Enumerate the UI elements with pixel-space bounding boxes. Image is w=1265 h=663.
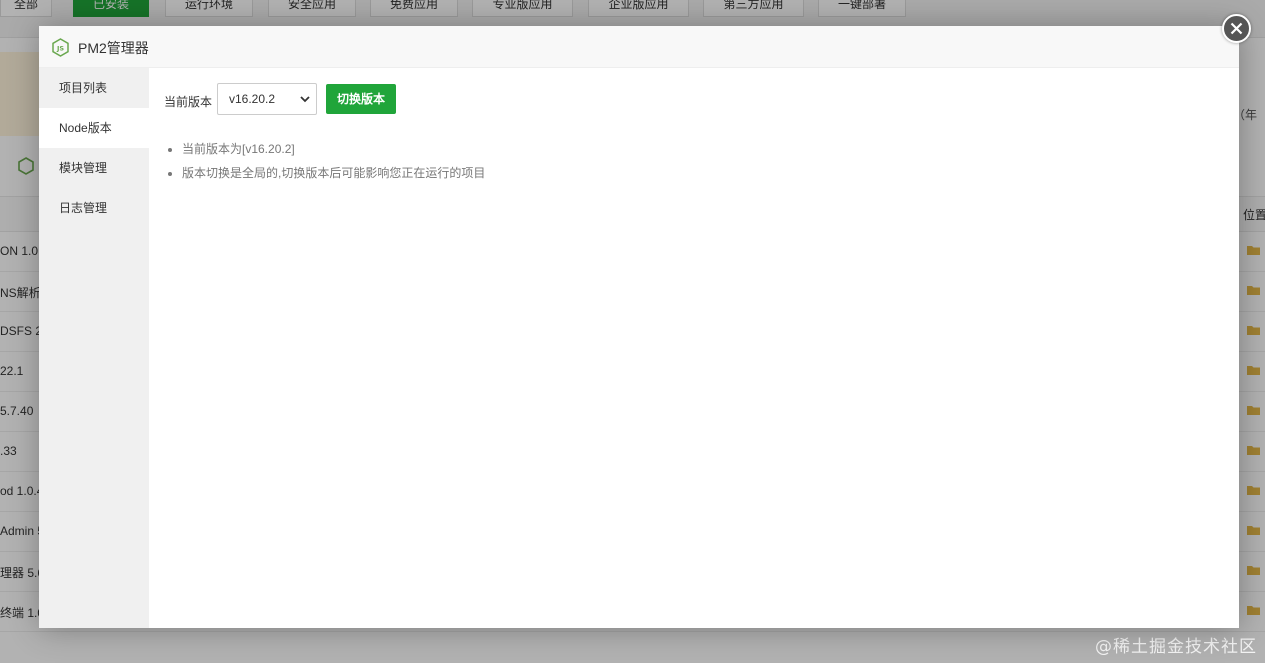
sidebar-item-logs[interactable]: 日志管理 <box>39 188 149 228</box>
dialog-sidebar: 项目列表 Node版本 模块管理 日志管理 <box>39 68 149 628</box>
nodejs-icon: JS <box>52 38 69 57</box>
tip-global-warning: 版本切换是全局的,切换版本后可能影响您正在运行的项目 <box>182 161 1224 185</box>
sidebar-item-projects[interactable]: 项目列表 <box>39 68 149 108</box>
version-label: 当前版本 <box>164 95 213 109</box>
version-select[interactable]: v16.20.2 <box>217 83 317 115</box>
svg-text:JS: JS <box>56 45 64 53</box>
node-version-panel: 当前版本 v16.20.2 切换版本 当前版本为[v16.20.2] 版本切换是… <box>149 68 1239 628</box>
close-dialog-button[interactable] <box>1222 14 1251 43</box>
switch-version-button[interactable]: 切换版本 <box>326 84 396 114</box>
version-row: 当前版本 v16.20.2 切换版本 <box>164 83 1224 115</box>
tip-current-version: 当前版本为[v16.20.2] <box>182 137 1224 161</box>
version-select-value: v16.20.2 <box>229 92 276 106</box>
sidebar-item-node-version[interactable]: Node版本 <box>39 108 149 148</box>
sidebar-item-modules[interactable]: 模块管理 <box>39 148 149 188</box>
tips-list: 当前版本为[v16.20.2] 版本切换是全局的,切换版本后可能影响您正在运行的… <box>164 137 1224 185</box>
dialog-title: PM2管理器 <box>78 40 149 56</box>
chevron-down-icon <box>300 96 310 103</box>
watermark: @稀土掘金技术社区 <box>1095 637 1257 657</box>
pm2-manager-dialog: JS PM2管理器 项目列表 Node版本 模块管理 日志管理 当前版本 v16… <box>39 26 1239 628</box>
dialog-title-bar: JS PM2管理器 <box>39 26 1239 68</box>
close-icon <box>1230 22 1243 35</box>
